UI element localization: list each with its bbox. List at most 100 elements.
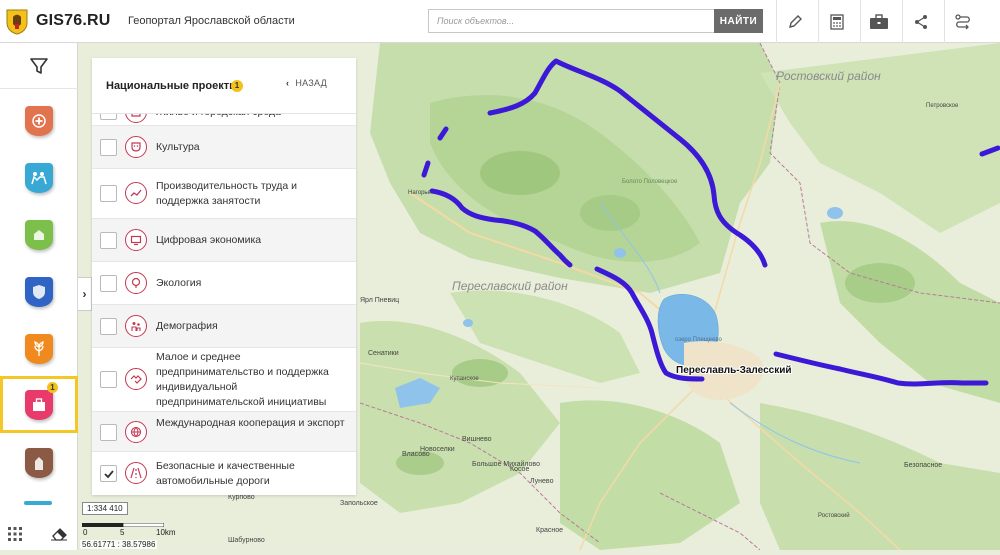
calculator-icon [829,13,844,30]
share-tool-button[interactable] [902,0,938,43]
scale-zero: 0 [83,528,88,537]
list-item[interactable]: Культура [92,126,356,169]
list-item[interactable]: Международная кооперация и экспорт [92,412,356,452]
checkbox[interactable] [100,465,117,482]
filter-button[interactable] [0,43,78,89]
village-label: Нагорье [408,190,432,196]
layer-label: Демография [156,320,218,332]
culture-icon [25,447,53,478]
checkmark-icon [103,469,114,478]
list-item[interactable]: Цифровая экономика [92,219,356,262]
rail-item-education[interactable] [0,150,78,205]
measure-tool-button[interactable] [818,0,854,43]
back-button[interactable]: ‹ НАЗАД [286,78,327,88]
village-label: Петровское [926,103,959,109]
back-label: НАЗАД [295,78,328,88]
layer-label: Экология [156,277,202,289]
village-label: Косое [510,466,529,473]
rail-item-national-projects[interactable]: 1 [0,376,78,433]
search-button[interactable]: НАЙТИ [714,9,763,33]
cursor-coordinates: 56.61771 : 38.57986 [80,540,158,549]
scale-ratio: 1:334 410 [82,502,128,515]
panel-header: Национальные проекты 1 ‹ НАЗАД [92,58,356,114]
category-rail: 1 [0,43,78,550]
checkbox[interactable] [100,371,117,388]
rail-badge: 1 [47,382,58,393]
region-emblem-icon[interactable] [6,9,28,35]
checkbox[interactable] [100,139,117,156]
housing-icon [25,219,53,250]
globe-icon [125,421,147,443]
shield-icon [25,276,53,307]
edit-tool-button[interactable] [776,0,812,43]
wheat-icon [25,333,53,364]
top-bar: GIS76.RU Геопортал Ярославской области Н… [0,0,1000,43]
village-label: Шабурново [228,536,265,544]
layer-label: Культура [156,141,200,153]
village-label: Вишнево [462,436,492,443]
route-tool-button[interactable] [944,0,980,43]
rail-item-health[interactable] [0,93,78,148]
eraser-icon [51,527,67,541]
clear-button[interactable] [44,517,74,550]
list-item[interactable]: Малое и среднее предпринимательство и по… [92,348,356,412]
rail-item-culture[interactable] [0,435,78,490]
village-label: Лунево [530,478,554,485]
filter-icon [30,57,48,74]
village-label: Сенатики [368,350,399,357]
health-icon [25,105,53,136]
route-icon [954,13,970,29]
scale-unit: 10km [156,528,176,537]
list-item[interactable]: Демография [92,305,356,348]
rail-item-housing[interactable] [0,207,78,262]
briefcase-icon [25,389,53,420]
village-label: Курпово [228,494,255,501]
site-name[interactable]: GIS76.RU [36,12,111,30]
layer-label: Международная кооперация и экспорт [156,417,345,429]
count-badge: 1 [231,80,243,92]
list-item[interactable]: Производительность труда и поддержка зан… [92,169,356,219]
panel-toggle-button[interactable]: › [78,277,92,311]
chevron-right-icon: › [82,287,87,301]
village-label: Запольское [340,500,378,507]
list-item[interactable]: Экология [92,262,356,305]
chart-icon [125,182,147,204]
apps-button[interactable] [0,517,30,550]
theatre-icon [125,136,147,158]
layer-label: Безопасные и качественные автомобильные … [156,460,295,487]
lake-label: озеро Плещеево [675,337,722,343]
rail-item-agriculture[interactable] [0,321,78,376]
search-input[interactable] [428,9,714,33]
layer-label: Малое и среднее предпринимательство и по… [156,351,329,408]
panel-title: Национальные проекты [106,80,239,92]
handshake-icon [125,368,147,390]
bog-label: Болото Половецкое [622,179,678,185]
village-label: Безопасное [904,462,942,469]
scale-mid: 5 [120,528,125,537]
village-label: Красное [536,527,563,534]
rostov-district-label: Ростовский район [776,69,881,83]
rail-item-security[interactable] [0,264,78,319]
checkbox[interactable] [100,185,117,202]
layer-label: Производительность труда и поддержка зан… [156,180,298,207]
scale-bar [82,523,164,527]
layers-panel: Жилье и городская среда Культура Произво… [92,58,356,495]
checkbox[interactable] [100,424,117,441]
list-item[interactable]: Безопасные и качественные автомобильные … [92,452,356,495]
pereslavl-district-label: Переславский район [452,279,568,293]
briefcase-icon [869,13,888,29]
rail-more-indicator [24,501,52,505]
checkbox[interactable] [100,318,117,335]
chevron-left-icon: ‹ [286,78,290,88]
education-icon [25,162,53,193]
pencil-icon [788,14,802,28]
city-label: Переславль-Залесский [676,365,792,376]
share-icon [914,14,927,29]
portfolio-tool-button[interactable] [860,0,896,43]
family-icon [125,315,147,337]
village-label: Большое Михайлово [472,460,540,468]
village-label: Купанское [450,376,479,382]
village-label: Власово [402,451,430,458]
checkbox[interactable] [100,232,117,249]
checkbox[interactable] [100,275,117,292]
